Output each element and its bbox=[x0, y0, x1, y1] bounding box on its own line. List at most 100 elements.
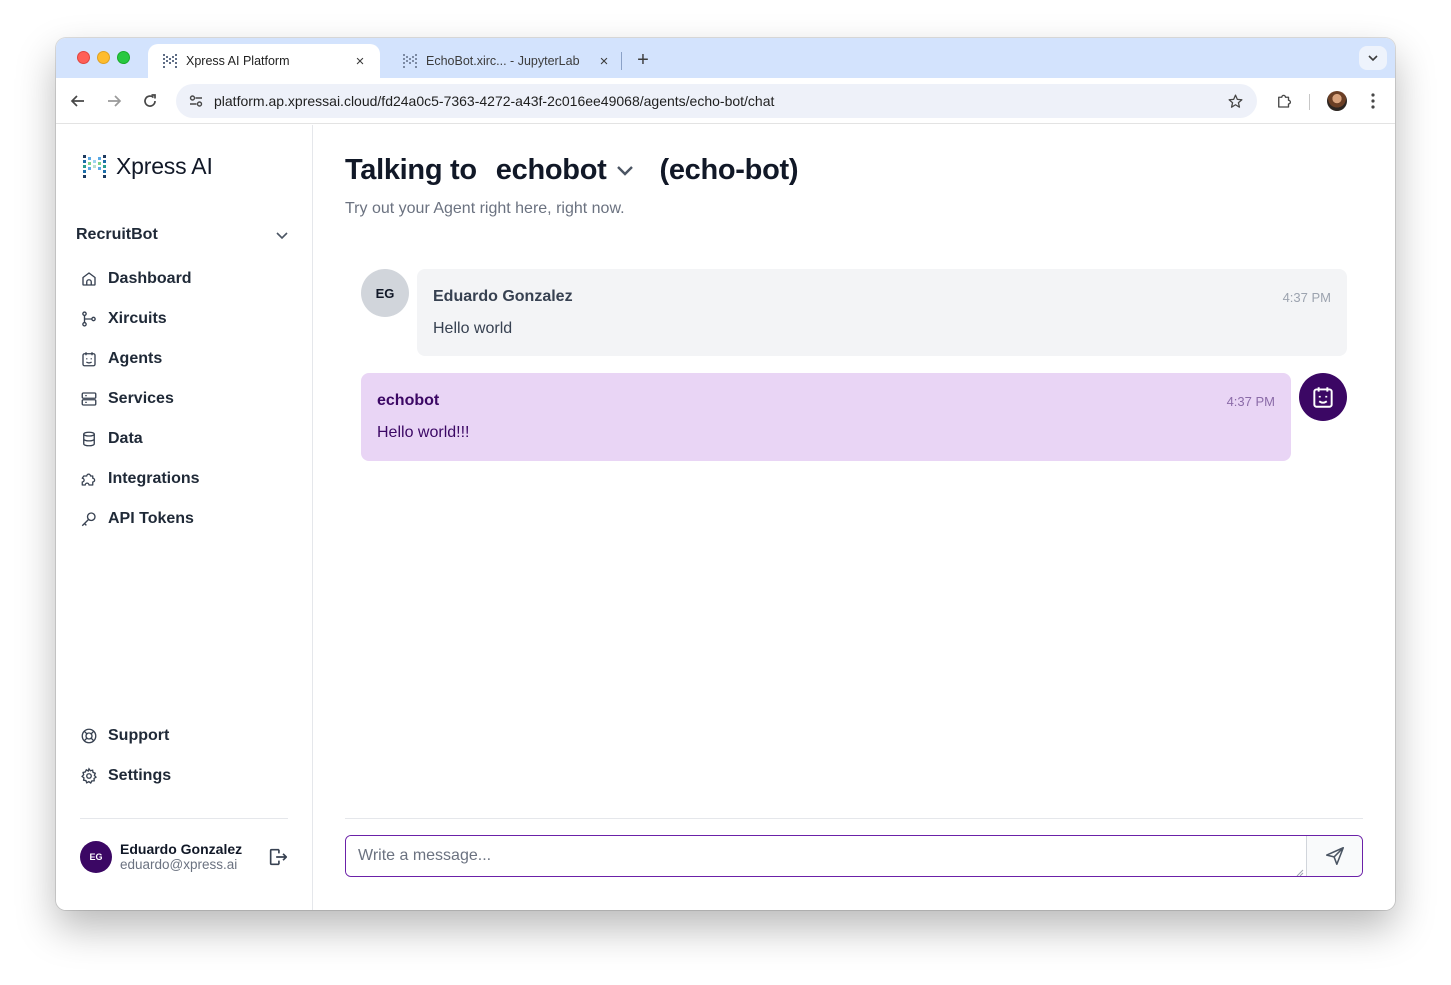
tab-close-icon[interactable]: × bbox=[352, 53, 368, 70]
title-prefix: Talking to bbox=[345, 153, 477, 186]
browser-toolbar: platform.ap.xpressai.cloud/fd24a0c5-7363… bbox=[56, 78, 1395, 124]
user-card: EG Eduardo Gonzalez eduardo@xpress.ai bbox=[80, 835, 290, 879]
toolbar-divider bbox=[1309, 94, 1310, 110]
bot-message: echobot 4:37 PM Hello world!!! bbox=[361, 373, 1291, 461]
composer-divider bbox=[345, 818, 1363, 819]
send-icon bbox=[1325, 846, 1344, 866]
lifebuoy-icon bbox=[80, 727, 98, 745]
agent-icon bbox=[80, 350, 98, 368]
message-time: 4:37 PM bbox=[1226, 393, 1275, 409]
tab-jupyterlab[interactable]: EchoBot.xirc... - JupyterLab × bbox=[388, 44, 624, 78]
tab-close-icon[interactable]: × bbox=[596, 53, 612, 70]
user-name: Eduardo Gonzalez bbox=[120, 841, 243, 857]
nav-item-services[interactable]: Services bbox=[80, 379, 289, 419]
nav-label: Data bbox=[108, 430, 143, 447]
nav-label: Agents bbox=[108, 350, 163, 367]
nav-label: Dashboard bbox=[108, 270, 192, 287]
profile-avatar[interactable] bbox=[1327, 91, 1347, 111]
puzzle-icon bbox=[1278, 94, 1292, 108]
nav-label: Integrations bbox=[108, 470, 200, 487]
nav-item-dashboard[interactable]: Dashboard bbox=[80, 259, 289, 299]
tab-search-button[interactable] bbox=[1359, 46, 1387, 70]
sidebar: Xpress AI RecruitBot Dashboard Xircuits bbox=[56, 125, 313, 910]
database-icon bbox=[80, 430, 98, 448]
chevron-down-icon bbox=[1368, 55, 1378, 62]
chevron-down-icon bbox=[613, 158, 637, 182]
sidebar-divider bbox=[80, 818, 288, 819]
resize-handle-icon[interactable] bbox=[1296, 869, 1304, 877]
reload-icon bbox=[144, 94, 156, 107]
close-window-button[interactable] bbox=[77, 51, 90, 64]
tab-title: EchoBot.xirc... - JupyterLab bbox=[426, 54, 580, 68]
browser-window: Xpress AI Platform × EchoBot.xirc... - J… bbox=[56, 38, 1395, 910]
new-tab-button[interactable]: + bbox=[629, 47, 657, 75]
extensions-button[interactable] bbox=[1272, 89, 1296, 113]
maximize-window-button[interactable] bbox=[117, 51, 130, 64]
tab-title: Xpress AI Platform bbox=[186, 54, 290, 68]
user-info: Eduardo Gonzalez eduardo@xpress.ai bbox=[120, 841, 266, 873]
logout-icon bbox=[269, 848, 288, 866]
forward-button[interactable] bbox=[102, 89, 126, 113]
chevron-down-icon bbox=[276, 232, 288, 240]
message-text: Hello world!!! bbox=[377, 424, 470, 441]
message-text: Hello world bbox=[433, 320, 513, 337]
gear-icon bbox=[80, 767, 98, 785]
key-icon bbox=[80, 510, 98, 528]
nav-label: Xircuits bbox=[108, 310, 167, 327]
nav-item-settings[interactable]: Settings bbox=[80, 756, 289, 796]
message-sender: echobot bbox=[377, 392, 440, 409]
message-sender: Eduardo Gonzalez bbox=[433, 288, 573, 305]
url-text: platform.ap.xpressai.cloud/fd24a0c5-7363… bbox=[214, 93, 775, 109]
site-settings-icon[interactable] bbox=[186, 91, 206, 111]
nav-item-agents[interactable]: Agents bbox=[80, 339, 289, 379]
tab-strip: Xpress AI Platform × EchoBot.xirc... - J… bbox=[56, 38, 1395, 78]
send-button[interactable] bbox=[1306, 836, 1362, 876]
nav-item-support[interactable]: Support bbox=[80, 716, 289, 756]
nav-item-xircuits[interactable]: Xircuits bbox=[80, 299, 289, 339]
logout-button[interactable] bbox=[266, 845, 290, 869]
flow-icon bbox=[80, 310, 98, 328]
nav-label: Settings bbox=[108, 767, 172, 784]
tab-xpress-ai-platform[interactable]: Xpress AI Platform × bbox=[148, 44, 380, 78]
logo-text: Xpress AI bbox=[116, 152, 213, 179]
xpress-favicon-icon bbox=[163, 54, 177, 68]
arrow-right-icon bbox=[108, 95, 122, 107]
user-email: eduardo@xpress.ai bbox=[120, 857, 238, 872]
agent-icon bbox=[1313, 387, 1333, 408]
message-input[interactable] bbox=[346, 836, 1306, 876]
kebab-menu-icon bbox=[1371, 93, 1375, 109]
app-logo[interactable]: Xpress AI bbox=[82, 152, 213, 180]
avatar: EG bbox=[361, 269, 409, 317]
avatar[interactable]: EG bbox=[80, 841, 112, 873]
agent-selector[interactable]: echobot bbox=[496, 154, 660, 187]
xpress-logo-icon bbox=[83, 155, 106, 178]
workspace-selector[interactable]: RecruitBot bbox=[76, 223, 289, 247]
message-time: 4:37 PM bbox=[1282, 289, 1331, 305]
server-icon bbox=[80, 390, 98, 408]
agent-slug: (echo-bot) bbox=[659, 153, 799, 186]
address-bar[interactable]: platform.ap.xpressai.cloud/fd24a0c5-7363… bbox=[176, 84, 1257, 118]
bookmark-star-icon[interactable] bbox=[1223, 89, 1247, 113]
chat-main: Talking to echobot (echo-bot) Try out yo… bbox=[314, 125, 1395, 910]
nav-item-integrations[interactable]: Integrations bbox=[80, 459, 289, 499]
tab-separator bbox=[621, 52, 622, 70]
nav-label: Support bbox=[108, 727, 170, 744]
nav-label: API Tokens bbox=[108, 510, 194, 527]
nav-label: Services bbox=[108, 390, 174, 407]
nav-item-api-tokens[interactable]: API Tokens bbox=[80, 499, 289, 539]
puzzle-icon bbox=[80, 470, 98, 488]
reload-button[interactable] bbox=[138, 89, 162, 113]
nav-item-data[interactable]: Data bbox=[80, 419, 289, 459]
workspace-name: RecruitBot bbox=[76, 226, 158, 243]
secondary-nav: Support Settings bbox=[80, 716, 289, 796]
bot-avatar bbox=[1299, 373, 1347, 421]
page-subtitle: Try out your Agent right here, right now… bbox=[345, 200, 625, 217]
user-message: Eduardo Gonzalez 4:37 PM Hello world bbox=[417, 269, 1347, 356]
back-button[interactable] bbox=[66, 89, 90, 113]
main-nav: Dashboard Xircuits Agents Services Data … bbox=[80, 259, 289, 539]
agent-name: echobot bbox=[495, 153, 607, 186]
browser-menu-button[interactable] bbox=[1361, 89, 1385, 113]
message-composer bbox=[345, 835, 1363, 877]
minimize-window-button[interactable] bbox=[97, 51, 110, 64]
xpress-favicon-icon bbox=[403, 54, 417, 68]
